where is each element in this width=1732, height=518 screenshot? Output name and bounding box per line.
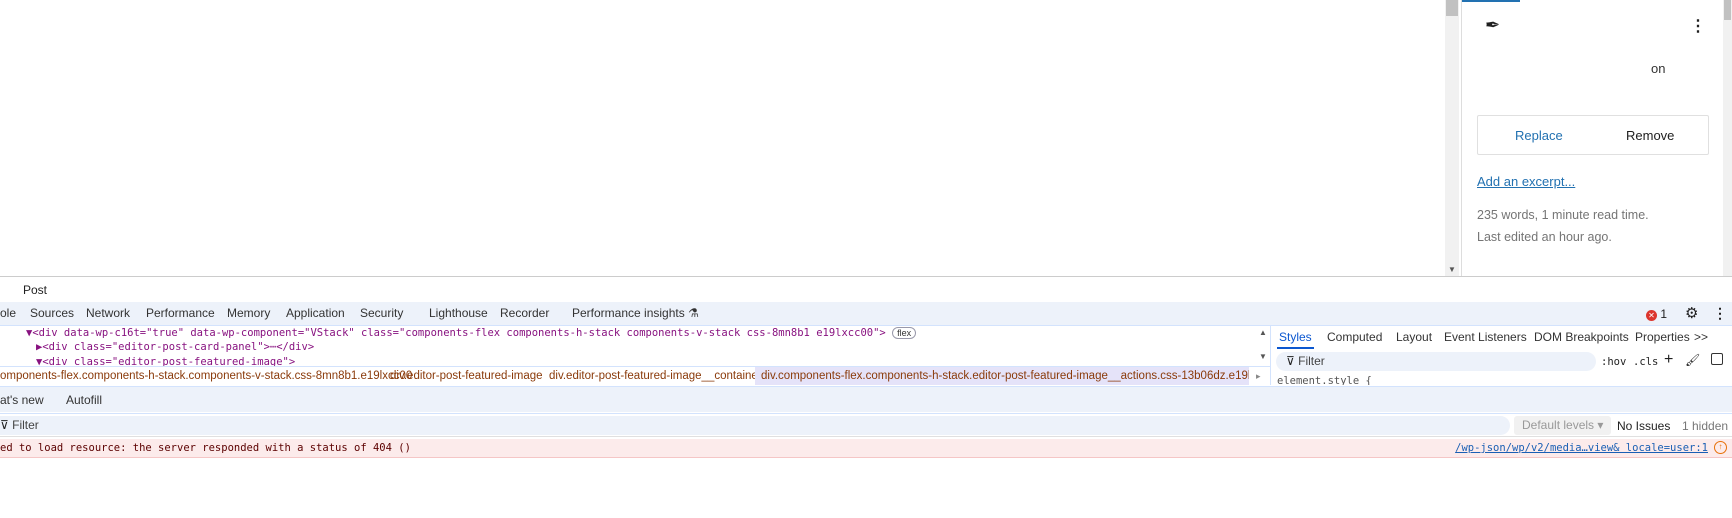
error-counter[interactable]: ✕ 1 (1646, 307, 1667, 321)
paint-brush-icon[interactable]: 🖌 (1685, 353, 1700, 367)
tab-event-listeners[interactable]: Event Listeners (1444, 326, 1527, 349)
page-scrollbar[interactable]: ▼ (1445, 0, 1459, 276)
dom-node-text: ▼<div data-wp-c16t="true" data-wp-compon… (26, 327, 886, 339)
tab-layout[interactable]: Layout (1396, 326, 1432, 349)
dom-node[interactable]: ▶<div class="editor-post-card-panel">⋯</… (36, 341, 314, 353)
word-count: 235 words, 1 minute read time. (1477, 208, 1649, 222)
error-source-link[interactable]: /wp-json/wp/v2/media…view& locale=user:1 (1455, 442, 1708, 454)
gear-icon[interactable]: ⚙ (1685, 304, 1698, 322)
tab-styles[interactable]: Styles (1277, 326, 1314, 349)
partial-text: on (1651, 61, 1666, 76)
error-icon: ✕ (1646, 310, 1657, 321)
elements-tree: ▼<div data-wp-c16t="true" data-wp-compon… (0, 326, 1256, 366)
last-edited: Last edited an hour ago. (1477, 230, 1612, 244)
flask-icon: ⚗ (688, 306, 699, 320)
add-excerpt-link[interactable]: Add an excerpt... (1477, 174, 1575, 189)
tab-autofill[interactable]: Autofill (66, 389, 102, 412)
breadcrumb-item[interactable]: omponents-flex.components-h-stack.compon… (0, 367, 412, 385)
breadcrumb: omponents-flex.components-h-stack.compon… (0, 366, 1270, 385)
tab-properties[interactable]: Properties (1635, 326, 1690, 349)
devtools-tab-bar: ole Sources Network Performance Memory A… (0, 302, 1732, 326)
tab-whats-new[interactable]: at's new (0, 389, 44, 412)
styles-filter-input[interactable]: ⊽ Filter (1276, 352, 1596, 371)
featured-image-actions: Replace Remove (1477, 115, 1709, 155)
tab-sources[interactable]: Sources (30, 302, 74, 325)
dom-node[interactable]: ▼<div data-wp-c16t="true" data-wp-compon… (26, 327, 917, 339)
issues-count[interactable]: No Issues (1617, 419, 1670, 433)
hidden-count: 1 hidden (1682, 419, 1729, 433)
more-tabs-button[interactable]: >> (1694, 326, 1708, 349)
tab-recorder[interactable]: Recorder (500, 302, 549, 325)
add-rule-icon[interactable]: + (1664, 351, 1673, 369)
tab-dom-breakpoints[interactable]: DOM Breakpoints (1534, 326, 1629, 349)
post-sidebar-panel: ✒ ⋮ on Replace Remove Add an excerpt... … (1461, 0, 1723, 276)
tab-performance-insights[interactable]: Performance insights ⚗ (572, 302, 699, 325)
kebab-icon[interactable]: ⋮ (1690, 16, 1706, 36)
filter-placeholder: Filter (1298, 354, 1325, 368)
breadcrumb-item[interactable]: div.editor-post-featured-image (390, 367, 543, 385)
tab-security[interactable]: Security (360, 302, 403, 325)
tab-application[interactable]: Application (286, 302, 345, 325)
page-title: Post (23, 283, 48, 297)
network-error-icon[interactable]: ↑ (1714, 441, 1727, 454)
feather-icon: ✒ (1485, 15, 1501, 35)
tab-memory[interactable]: Memory (227, 302, 270, 325)
styles-pane: Styles Computed Layout Event Listeners D… (1270, 326, 1732, 385)
sidebar-scrollbar[interactable] (1723, 0, 1732, 276)
elements-scrollbar[interactable]: ▲ ▼ (1256, 326, 1270, 366)
sidebar-toggle-icon[interactable] (1711, 353, 1723, 365)
console-filter-input[interactable]: ⊽ Filter (0, 416, 1510, 435)
kebab-icon[interactable]: ⋮ (1713, 305, 1727, 322)
tab-lighthouse[interactable]: Lighthouse (429, 302, 488, 325)
tab-label: Performance insights (572, 306, 685, 320)
replace-button[interactable]: Replace (1515, 128, 1563, 143)
tab-network[interactable]: Network (86, 302, 130, 325)
error-message: ed to load resource: the server responde… (0, 442, 411, 454)
drawer-tab-bar: at's new Autofill (0, 386, 1732, 412)
error-count: 1 (1660, 307, 1668, 321)
hov-button[interactable]: :hov (1601, 356, 1626, 368)
filter-placeholder: Filter (12, 418, 39, 432)
log-levels-dropdown[interactable]: Default levels ▾ (1514, 416, 1612, 435)
flex-badge[interactable]: flex (892, 327, 917, 339)
cls-button[interactable]: .cls (1633, 356, 1658, 368)
console-toolbar: ⊽ Filter Default levels ▾ No Issues 1 hi… (0, 413, 1732, 437)
breadcrumb-scroll-right[interactable]: ▸ (1256, 367, 1261, 385)
element-style-rule: element.style { (1277, 375, 1372, 385)
remove-button[interactable]: Remove (1626, 128, 1674, 143)
breadcrumb-item[interactable]: div.editor-post-featured-image__containe… (549, 367, 762, 385)
filter-icon: ⊽ (0, 418, 9, 432)
tab-computed[interactable]: Computed (1327, 326, 1382, 349)
breadcrumb-item-selected[interactable]: div.components-flex.components-h-stack.e… (755, 367, 1249, 385)
dom-node[interactable]: ▼<div class="editor-post-featured-image"… (36, 356, 295, 366)
tab-console[interactable]: ole (0, 302, 16, 325)
tab-performance[interactable]: Performance (146, 302, 215, 325)
console-error-row: ed to load resource: the server responde… (0, 439, 1732, 458)
filter-icon: ⊽ (1286, 354, 1295, 368)
